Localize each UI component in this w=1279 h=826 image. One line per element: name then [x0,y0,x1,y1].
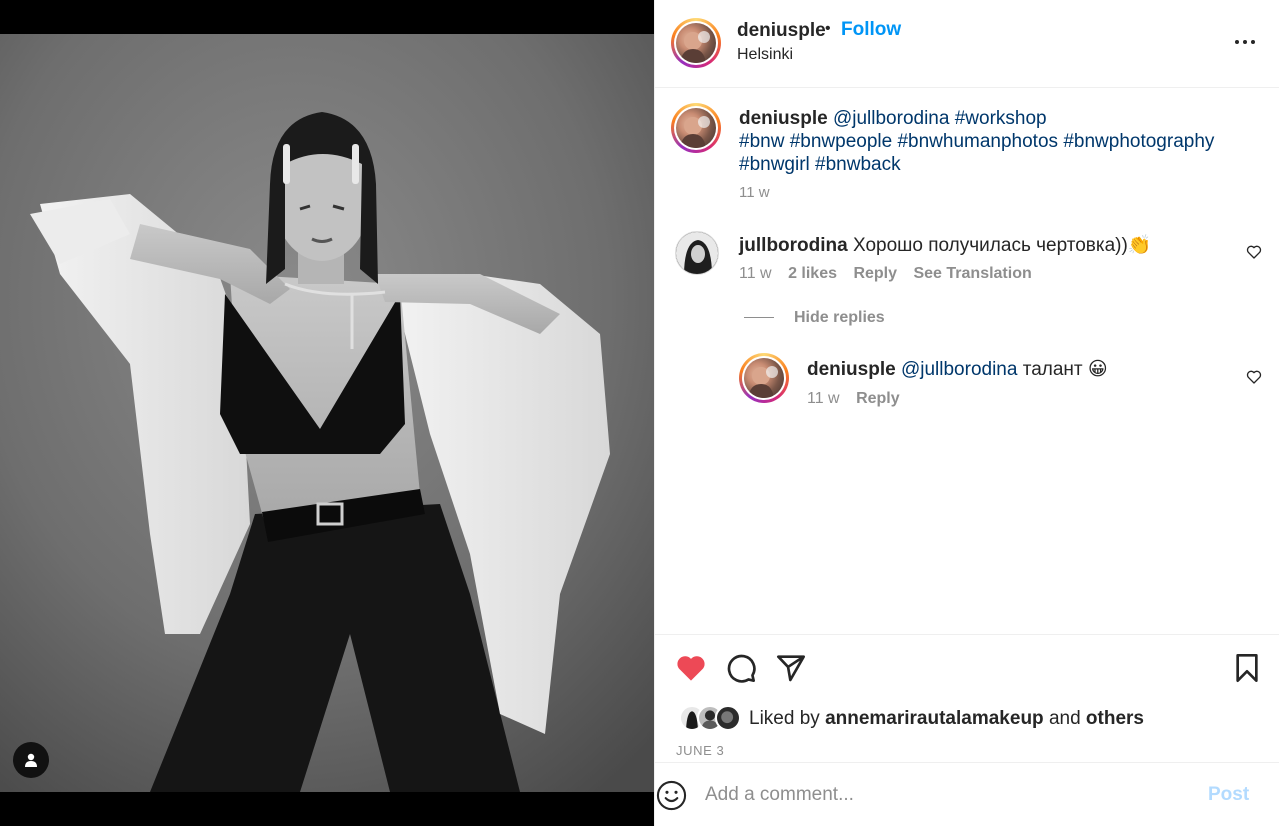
reply-reply-button[interactable]: Reply [856,390,900,407]
hashtag-link[interactable]: #bnwback [815,154,901,175]
reply-time[interactable]: 11 w [807,390,840,407]
comment-text: Хорошо получилась чертовка))👏 [853,235,1152,256]
reply-meta: 11 w Reply [807,390,912,408]
author-avatar[interactable] [671,18,721,68]
post-photo[interactable] [0,34,654,792]
post-date[interactable]: JUNE 3 [676,743,724,758]
reply-mention[interactable]: @jullborodina [901,359,1017,380]
comment-text-line: jullborodina Хорошо получилась чертовка)… [739,233,1152,257]
reply-like-heart-icon[interactable] [1246,369,1262,385]
caption-text: deniusple @jullborodina #workshop #bnw #… [739,107,1259,176]
avatar-image [680,31,710,63]
liked-others-link[interactable]: others [1086,708,1144,729]
author-username[interactable]: deniusple [737,20,826,42]
comment-like-heart-icon[interactable] [1246,244,1262,260]
divider-dash [744,317,774,319]
tagged-users-button[interactable] [13,742,49,778]
reply-author-avatar[interactable] [739,353,789,403]
post-location[interactable]: Helsinki [737,46,793,64]
follow-button[interactable]: Follow [841,19,901,41]
hashtag-link[interactable]: #workshop [955,108,1047,129]
post-comment-button[interactable]: Post [1208,784,1249,806]
reply-text-line: deniusple @jullborodina талант 😀 [807,358,1108,381]
avatar-image [721,711,734,724]
post-photo-image [0,34,654,792]
caption-time[interactable]: 11 w [739,184,770,201]
avatar-image [748,366,778,398]
hashtag-link[interactable]: #bnwphotography [1063,131,1214,152]
avatar-image [676,232,718,274]
liked-by-text: Liked by annemarirautalamakeup and other… [749,708,1144,730]
comment-icon[interactable] [725,652,757,684]
media-pane [0,0,654,826]
caption-author-avatar[interactable] [671,103,721,153]
caption-username[interactable]: deniusple [739,108,828,129]
liked-by-user-link[interactable]: annemarirautalamakeup [825,708,1044,729]
post-header: deniusple • Follow Helsinki [655,0,1279,88]
liked-and: and [1048,708,1081,729]
comment-meta: 11 w 2 likes Reply See Translation [739,265,1044,283]
post-actions: Liked by annemarirautalamakeup and other… [655,634,1279,761]
comment-time[interactable]: 11 w [739,265,772,282]
comment-composer: Post [655,762,1279,826]
hashtag-link[interactable]: #bnwhumanphotos [897,131,1058,152]
heart-filled-icon[interactable] [675,652,707,684]
comment-likes[interactable]: 2 likes [788,265,837,282]
reply-text: талант 😀 [1022,359,1108,380]
hide-replies-label: Hide replies [794,309,885,326]
emoji-icon[interactable] [656,780,687,811]
share-icon[interactable] [775,652,807,684]
caption-mention[interactable]: @jullborodina [833,108,949,129]
reply-username[interactable]: deniusple [807,359,896,380]
liked-by-prefix: Liked by [749,708,820,729]
hashtag-link[interactable]: #bnwgirl [739,154,810,175]
hashtag-link[interactable]: #bnw [739,131,784,152]
bookmark-icon[interactable] [1231,652,1263,684]
comment-input[interactable] [705,779,1185,811]
avatar-image [680,116,710,148]
hide-replies-button[interactable]: Hide replies [744,309,885,327]
hashtag-link[interactable]: #bnwpeople [790,131,892,152]
user-icon [25,753,37,767]
liker-avatar [715,705,741,731]
comment-reply-button[interactable]: Reply [853,265,897,282]
separator-dot: • [825,20,831,37]
see-translation-button[interactable]: See Translation [913,265,1031,282]
post-side-panel: deniusple • Follow Helsinki deniusple @j… [654,0,1279,826]
commenter-avatar[interactable] [675,231,719,275]
more-horizontal-icon[interactable] [1233,30,1257,54]
liked-by-avatars[interactable] [679,705,745,733]
commenter-username[interactable]: jullborodina [739,235,848,256]
